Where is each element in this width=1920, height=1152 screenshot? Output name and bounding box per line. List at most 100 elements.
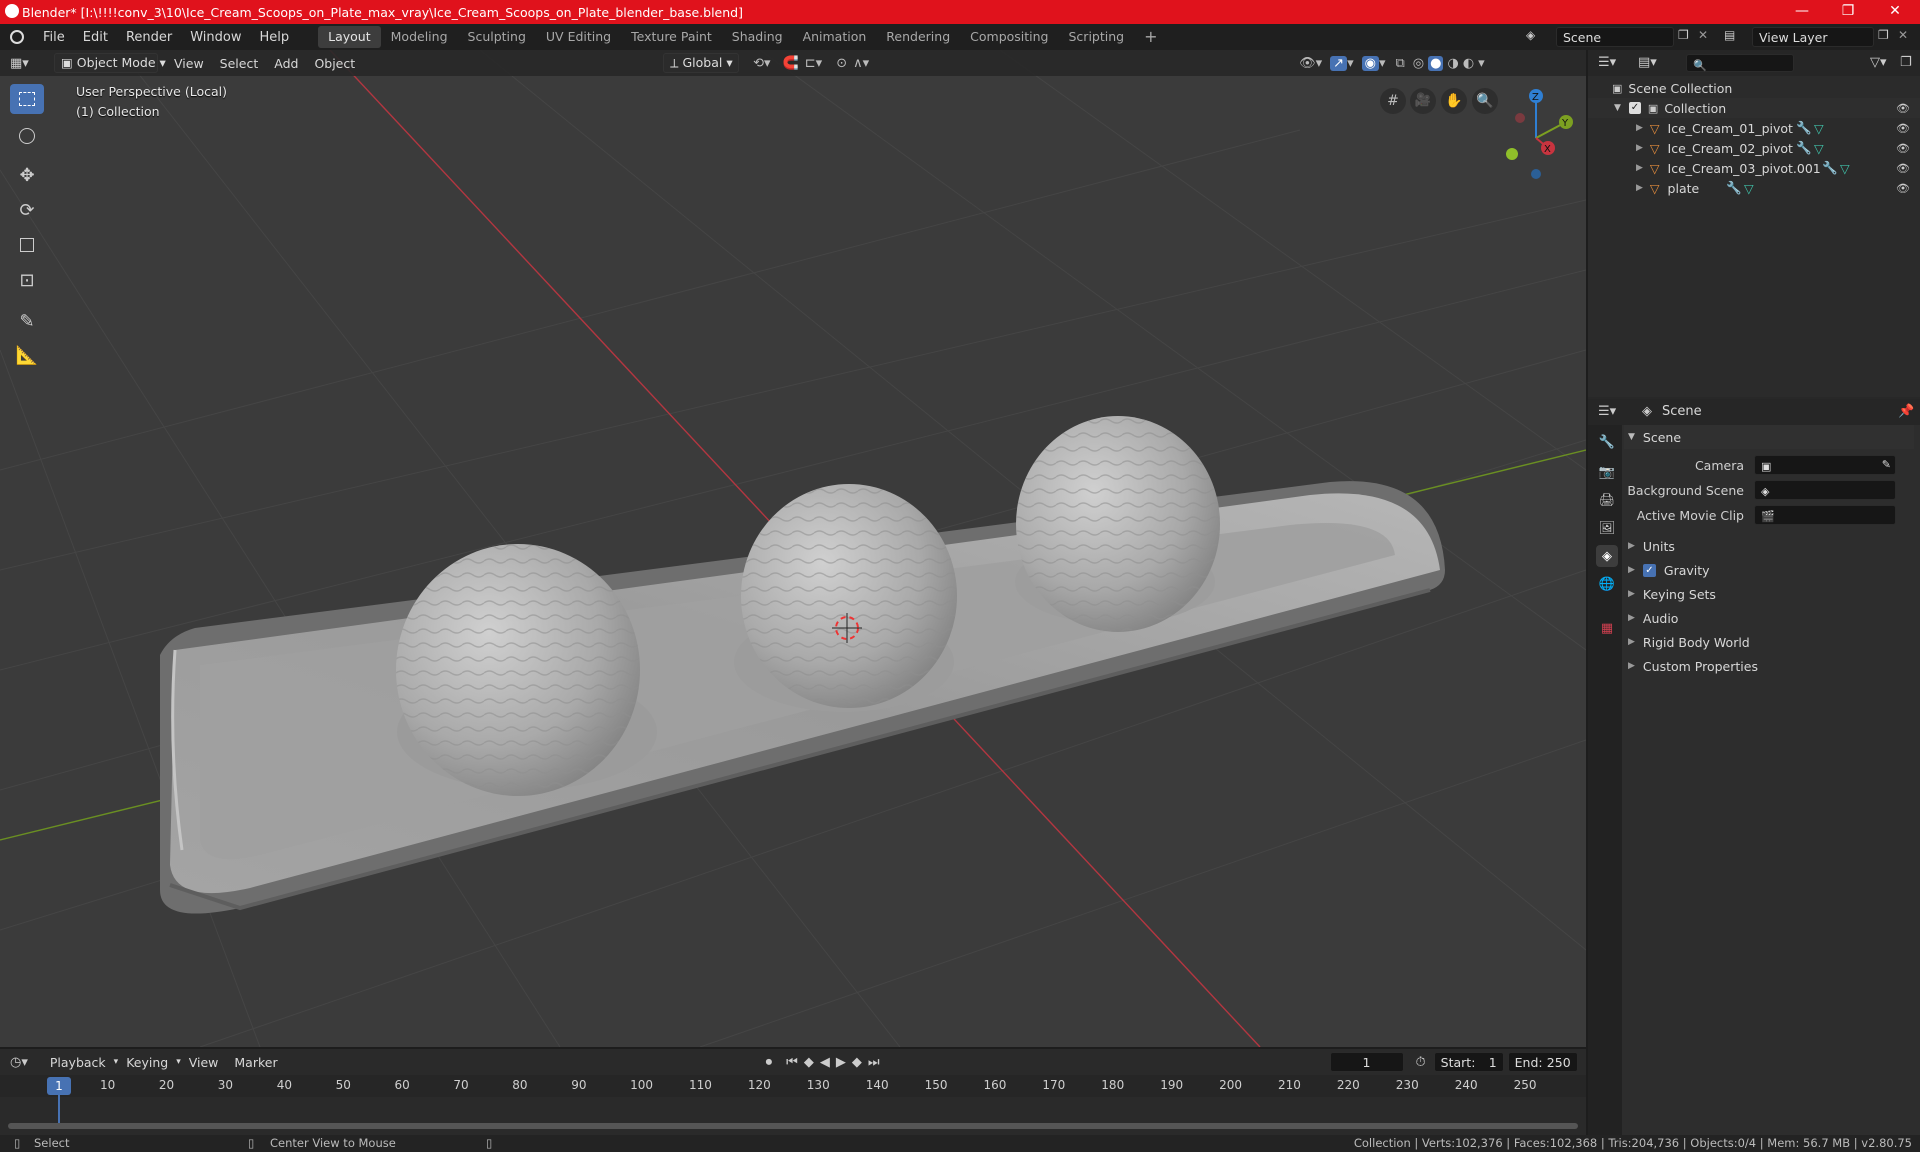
- snap-target-icon[interactable]: ⊏▾: [805, 56, 822, 71]
- menu-view[interactable]: View: [166, 56, 212, 71]
- wireframe-shading-icon[interactable]: ◎: [1413, 56, 1424, 71]
- play-icon[interactable]: ▶: [836, 1055, 846, 1070]
- outliner-object-row[interactable]: ▶ ▽ Ice_Cream_02_pivot 🔧 ▽ 👁: [1588, 138, 1920, 158]
- delete-scene-icon[interactable]: ✕: [1698, 28, 1708, 42]
- tab-sculpting[interactable]: Sculpting: [458, 26, 536, 48]
- active-movie-clip-field[interactable]: 🎬: [1754, 505, 1896, 525]
- playhead-marker[interactable]: 1: [47, 1077, 71, 1095]
- tab-modeling[interactable]: Modeling: [381, 26, 458, 48]
- blender-menu-icon[interactable]: [10, 30, 24, 44]
- add-workspace-icon[interactable]: +: [1134, 26, 1167, 48]
- outliner-editor-type-icon[interactable]: ☰▾: [1598, 55, 1616, 70]
- navigation-gizmo[interactable]: Z Y X: [1490, 86, 1586, 182]
- transform-orientation-dropdown[interactable]: ⟂ Global ▾: [663, 53, 740, 73]
- scene-tab-icon[interactable]: ◈: [1596, 545, 1618, 567]
- object-visibility-icon[interactable]: 👁: [1896, 182, 1910, 195]
- menu-keying[interactable]: Keying: [118, 1055, 176, 1070]
- pivot-point-icon[interactable]: ⟲▾: [753, 56, 770, 71]
- eyedropper-icon[interactable]: ✎: [1882, 457, 1891, 472]
- outliner-object-row[interactable]: ▶ ▽ Ice_Cream_03_pivot.001 🔧 ▽ 👁: [1588, 158, 1920, 178]
- scene-panel-header[interactable]: ▼ Scene: [1624, 425, 1914, 449]
- units-panel[interactable]: ▶ Units: [1624, 535, 1914, 557]
- expand-arrow-icon[interactable]: ▶: [1636, 143, 1643, 153]
- start-frame-field[interactable]: Start: 1: [1433, 1052, 1504, 1072]
- mesh-data-icon[interactable]: ▽: [1814, 141, 1824, 156]
- gravity-panel[interactable]: ▶ ✓ Gravity: [1624, 559, 1914, 581]
- annotate-tool[interactable]: ✎: [10, 306, 44, 336]
- mode-dropdown[interactable]: ▣ Object Mode ▾: [54, 53, 166, 73]
- collection-visibility-icon[interactable]: 👁: [1896, 102, 1910, 115]
- exclude-checkbox[interactable]: ✓: [1628, 102, 1641, 114]
- material-shading-icon[interactable]: ◑: [1447, 56, 1458, 71]
- tab-texture-paint[interactable]: Texture Paint: [621, 26, 722, 48]
- gravity-checkbox[interactable]: ✓: [1642, 563, 1656, 577]
- collection-row[interactable]: ▼ ✓ ▣ Collection 👁: [1588, 98, 1920, 118]
- world-tab-icon[interactable]: 🌐: [1596, 573, 1618, 595]
- rendered-shading-icon[interactable]: ◐: [1463, 56, 1474, 71]
- prev-keyframe-icon[interactable]: ◆: [804, 1055, 814, 1070]
- modifier-icon[interactable]: 🔧: [1796, 140, 1812, 156]
- 3d-viewport[interactable]: ✥ ⟳ ⊡ ✎ 📐 User Perspective (Local) (1) C…: [0, 50, 1586, 1047]
- texture-tab-icon[interactable]: ▦: [1596, 617, 1618, 639]
- editor-type-icon[interactable]: ▦▾: [10, 56, 38, 71]
- gizmo-toggle-icon[interactable]: ↗: [1330, 55, 1348, 71]
- output-tab-icon[interactable]: 🖨: [1596, 489, 1618, 511]
- timeline-scrollbar[interactable]: [8, 1123, 1578, 1129]
- modifier-icon[interactable]: 🔧: [1796, 120, 1812, 136]
- menu-render[interactable]: Render: [117, 30, 181, 45]
- shading-options-icon[interactable]: ▾: [1478, 56, 1485, 71]
- visibility-icon[interactable]: 👁▾: [1299, 56, 1322, 71]
- expand-arrow-icon[interactable]: ▶: [1636, 183, 1643, 193]
- object-visibility-icon[interactable]: 👁: [1896, 122, 1910, 135]
- new-view-layer-icon[interactable]: ❐: [1878, 28, 1889, 42]
- minimize-button[interactable]: —: [1779, 0, 1825, 24]
- preview-range-icon[interactable]: ⏱: [1416, 1055, 1426, 1070]
- view-layer-field[interactable]: View Layer: [1752, 27, 1874, 47]
- mesh-data-icon[interactable]: ▽: [1814, 121, 1824, 136]
- menu-file[interactable]: File: [34, 30, 74, 45]
- new-collection-icon[interactable]: ❐: [1900, 55, 1912, 70]
- current-frame-field[interactable]: 1: [1329, 1052, 1404, 1072]
- measure-tool[interactable]: 📐: [10, 340, 44, 370]
- expand-arrow-icon[interactable]: ▼: [1614, 103, 1621, 113]
- menu-object[interactable]: Object: [306, 56, 363, 71]
- tool-tab-icon[interactable]: 🔧: [1596, 431, 1618, 453]
- tab-compositing[interactable]: Compositing: [960, 26, 1058, 48]
- modifier-icon[interactable]: 🔧: [1822, 160, 1838, 176]
- pin-icon[interactable]: 📌: [1898, 404, 1914, 419]
- camera-view-icon[interactable]: 🎥: [1410, 88, 1436, 114]
- view-layer-tab-icon[interactable]: 🖼: [1596, 517, 1618, 539]
- filter-icon[interactable]: ▽▾: [1870, 55, 1887, 70]
- expand-arrow-icon[interactable]: ▶: [1636, 123, 1643, 133]
- play-reverse-icon[interactable]: ◀: [820, 1055, 830, 1070]
- expand-arrow-icon[interactable]: ▶: [1636, 163, 1643, 173]
- solid-shading-icon[interactable]: ●: [1428, 55, 1444, 71]
- object-visibility-icon[interactable]: 👁: [1896, 142, 1910, 155]
- view-layer-browse-icon[interactable]: ▤: [1724, 28, 1735, 42]
- jump-end-icon[interactable]: ⏭: [868, 1055, 880, 1070]
- menu-select[interactable]: Select: [212, 56, 267, 71]
- background-scene-field[interactable]: ◈: [1754, 480, 1896, 500]
- rigid-body-world-panel[interactable]: ▶ Rigid Body World: [1624, 631, 1914, 653]
- audio-panel[interactable]: ▶ Audio: [1624, 607, 1914, 629]
- falloff-icon[interactable]: ∧▾: [853, 56, 869, 71]
- menu-window[interactable]: Window: [181, 30, 250, 45]
- menu-add[interactable]: Add: [266, 56, 306, 71]
- mesh-data-icon[interactable]: ▽: [1840, 161, 1850, 176]
- timeline[interactable]: ◷▾ Playback ▾ Keying ▾ View Marker ⏺ ⏮ ◆ ◀…: [0, 1049, 1586, 1135]
- overlay-toggle-icon[interactable]: ◉: [1361, 55, 1379, 71]
- outliner-object-row[interactable]: ▶ ▽ plate 🔧 ▽ 👁: [1588, 178, 1920, 198]
- scale-tool[interactable]: [10, 230, 44, 260]
- next-keyframe-icon[interactable]: ◆: [852, 1055, 862, 1070]
- scene-browse-icon[interactable]: ◈: [1526, 28, 1544, 46]
- scene-collection-row[interactable]: ▣ Scene Collection: [1588, 78, 1920, 98]
- toggle-grid-icon[interactable]: #: [1380, 88, 1406, 114]
- maximize-button[interactable]: ❐: [1825, 0, 1871, 24]
- object-visibility-icon[interactable]: 👁: [1896, 162, 1910, 175]
- end-frame-field[interactable]: End: 250: [1507, 1052, 1578, 1072]
- menu-playback[interactable]: Playback: [42, 1055, 114, 1070]
- scene-field[interactable]: Scene: [1556, 27, 1674, 47]
- timeline-editor-type-icon[interactable]: ◷▾: [10, 1055, 28, 1070]
- outliner-object-row[interactable]: ▶ ▽ Ice_Cream_01_pivot 🔧 ▽ 👁: [1588, 118, 1920, 138]
- delete-view-layer-icon[interactable]: ✕: [1898, 28, 1908, 42]
